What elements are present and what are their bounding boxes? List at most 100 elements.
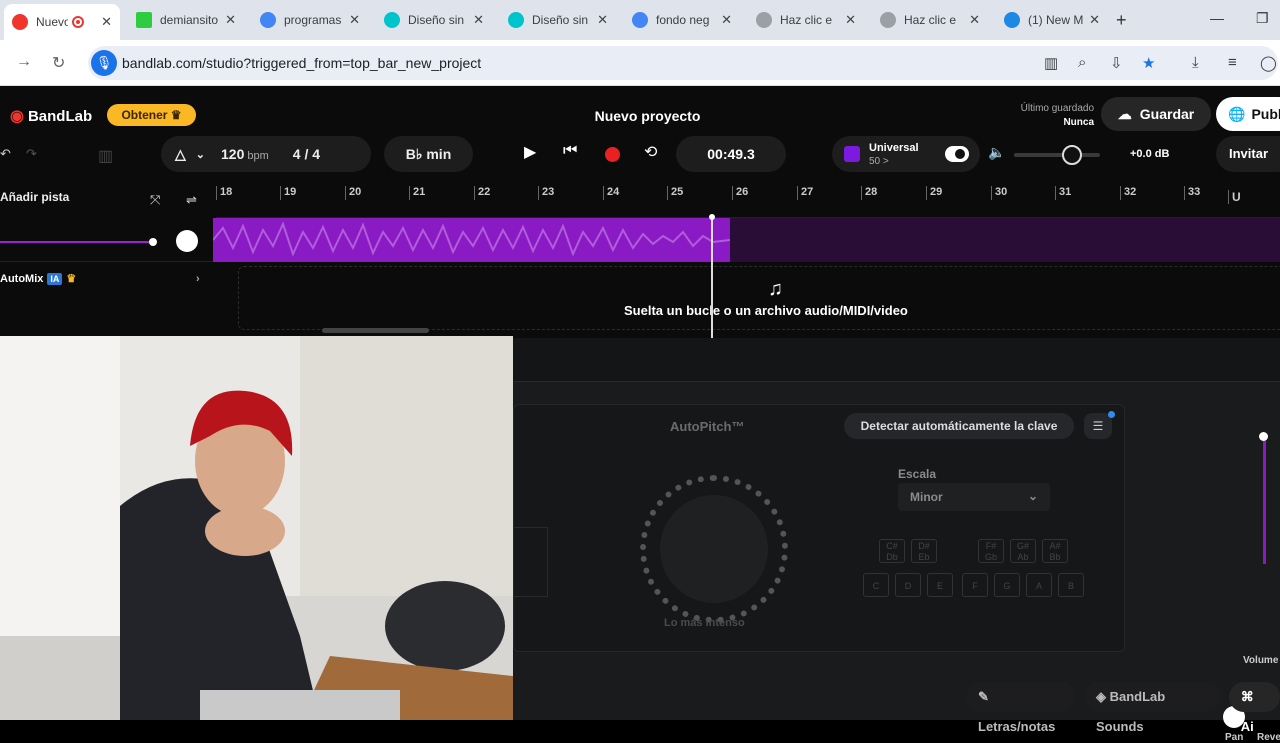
- key-sharp[interactable]: C# Db: [879, 539, 905, 563]
- tab-7[interactable]: Haz clic e ✕: [748, 6, 864, 34]
- track-volume-slider[interactable]: [0, 241, 153, 243]
- speaker-icon[interactable]: 🔈: [988, 144, 1005, 161]
- tab-bandlab[interactable]: Nuevo ✕: [4, 4, 120, 40]
- audio-clip[interactable]: [213, 218, 730, 262]
- key-sharp[interactable]: G# Ab: [1010, 539, 1036, 563]
- key-natural[interactable]: B: [1058, 573, 1084, 597]
- automix-row[interactable]: AutoMix IA ♛ ›: [0, 272, 200, 285]
- forward-arrow-icon[interactable]: →: [16, 53, 32, 71]
- playhead[interactable]: [711, 216, 713, 338]
- play-icon[interactable]: ▶: [524, 142, 536, 162]
- channel-fader-knob[interactable]: [1259, 432, 1268, 441]
- new-tab-plus-icon[interactable]: +: [1116, 10, 1127, 31]
- tab-3[interactable]: programas ✕: [252, 6, 368, 34]
- key-natural[interactable]: E: [927, 573, 953, 597]
- master-volume-knob[interactable]: [1062, 145, 1082, 165]
- bpm-value[interactable]: 120 bpm: [221, 146, 269, 162]
- universal-control[interactable]: Universal 50 >: [832, 136, 980, 172]
- profile-icon[interactable]: ◯: [1260, 54, 1277, 72]
- tab-2[interactable]: demiansiton ✕: [128, 6, 244, 34]
- zoom-icon[interactable]: ⌕: [1078, 54, 1086, 71]
- download-icon[interactable]: ⤓: [1192, 54, 1199, 71]
- autopitch-dial[interactable]: [640, 475, 788, 623]
- clip-region-empty[interactable]: [730, 218, 1280, 262]
- detect-key-button[interactable]: Detectar automáticamente la clave: [844, 413, 1074, 439]
- webcam-feed: [0, 336, 513, 720]
- key-sharp[interactable]: F# Gb: [978, 539, 1004, 563]
- media-icon[interactable]: ≡: [1228, 54, 1237, 71]
- mic-icon[interactable]: 🎙: [91, 50, 117, 76]
- bookmark-star-icon[interactable]: ★: [1142, 54, 1155, 72]
- chevron-down-icon[interactable]: ⌄: [196, 148, 205, 161]
- track-pan-knob[interactable]: [176, 230, 198, 252]
- channel-volume-fader[interactable]: [1263, 436, 1266, 564]
- notification-dot: [1108, 411, 1115, 418]
- reload-icon[interactable]: ↻: [52, 53, 65, 73]
- close-icon[interactable]: ✕: [597, 12, 608, 28]
- minimize-icon[interactable]: —: [1210, 10, 1224, 26]
- time-signature[interactable]: 4 / 4: [293, 146, 320, 162]
- harmony-tray[interactable]: [514, 527, 548, 597]
- key-natural[interactable]: F: [962, 573, 988, 597]
- browser-tab-bar: Nuevo ✕ demiansiton ✕ programas ✕ Diseño…: [0, 0, 1280, 40]
- universal-toggle[interactable]: [945, 146, 969, 162]
- tab-9[interactable]: (1) New M ✕: [996, 6, 1108, 34]
- reader-icon[interactable]: ▥: [1044, 54, 1058, 72]
- close-icon[interactable]: ✕: [969, 12, 980, 28]
- close-icon[interactable]: ✕: [225, 12, 236, 28]
- tab-title: Diseño sin: [532, 13, 589, 27]
- loop-icon[interactable]: ⟲: [644, 142, 657, 162]
- tab-6[interactable]: fondo neg ✕: [624, 6, 740, 34]
- tab-5[interactable]: Diseño sin ✕: [500, 6, 616, 34]
- close-icon[interactable]: ✕: [845, 12, 856, 28]
- skip-back-icon[interactable]: ⏮: [563, 142, 577, 160]
- close-icon[interactable]: ✕: [473, 12, 484, 28]
- tab-4[interactable]: Diseño sin ✕: [376, 6, 492, 34]
- close-icon[interactable]: ✕: [1089, 12, 1100, 28]
- command-icon: ⌘: [1240, 689, 1254, 704]
- track-header[interactable]: [0, 218, 216, 262]
- close-icon[interactable]: ✕: [721, 12, 732, 28]
- url-text[interactable]: bandlab.com/studio?triggered_from=top_ba…: [122, 55, 481, 71]
- key-sharp[interactable]: D# Eb: [911, 539, 937, 563]
- playhead-handle[interactable]: [709, 214, 715, 220]
- record-button[interactable]: [605, 147, 620, 162]
- save-button[interactable]: ☁ Guardar: [1101, 97, 1211, 131]
- key-natural[interactable]: G: [994, 573, 1020, 597]
- ai-button[interactable]: ⌘ Ai: [1228, 682, 1280, 734]
- close-icon[interactable]: ✕: [101, 14, 112, 30]
- key-signature[interactable]: B♭ min: [384, 136, 473, 172]
- lyrics-button[interactable]: ✎ Letras/notas: [966, 682, 1076, 734]
- close-icon[interactable]: ✕: [349, 12, 360, 28]
- add-track-button[interactable]: Añadir pista: [0, 190, 69, 204]
- metronome-icon[interactable]: △: [175, 146, 186, 163]
- key-natural[interactable]: C: [863, 573, 889, 597]
- drop-zone[interactable]: [238, 266, 1280, 330]
- scale-select[interactable]: Minor ⌄: [898, 483, 1050, 511]
- invite-button[interactable]: Invitar: [1216, 136, 1280, 172]
- key-sharp[interactable]: A# Bb: [1042, 539, 1068, 563]
- horizontal-scrollbar[interactable]: [322, 328, 429, 333]
- settings-sliders-icon[interactable]: ☰: [1084, 413, 1112, 439]
- key-natural[interactable]: D: [895, 573, 921, 597]
- tab-8[interactable]: Haz clic e ✕: [872, 6, 988, 34]
- track-volume-handle[interactable]: [149, 238, 157, 246]
- piano-icon[interactable]: ▥: [98, 146, 113, 166]
- install-icon[interactable]: ⇩: [1110, 54, 1123, 72]
- key-natural[interactable]: A: [1026, 573, 1052, 597]
- timeline-ruler[interactable]: 18 19 20 21 22 23 24 25 26 27 28 29 30 3…: [215, 184, 1280, 218]
- recording-icon: [72, 16, 84, 28]
- snap-icon[interactable]: ⇌: [186, 192, 197, 208]
- magnet-icon[interactable]: U: [1228, 190, 1241, 204]
- maximize-icon[interactable]: ❐: [1256, 10, 1269, 27]
- ruler-tick: 23: [537, 186, 555, 200]
- chevron-right-icon[interactable]: ›: [196, 273, 200, 285]
- bpm-unit: bpm: [247, 150, 269, 162]
- undo-icon[interactable]: ↶: [0, 146, 11, 162]
- master-volume-slider[interactable]: [1014, 153, 1100, 157]
- omnibox[interactable]: 🎙 bandlab.com/studio?triggered_from=top_…: [88, 46, 1278, 80]
- publish-button[interactable]: 🌐 Publ: [1216, 97, 1280, 131]
- redo-icon[interactable]: ↷: [26, 146, 37, 162]
- bandlab-sounds-button[interactable]: ◈ BandLab Sounds: [1083, 682, 1221, 734]
- automation-icon[interactable]: ⤧: [150, 192, 160, 208]
